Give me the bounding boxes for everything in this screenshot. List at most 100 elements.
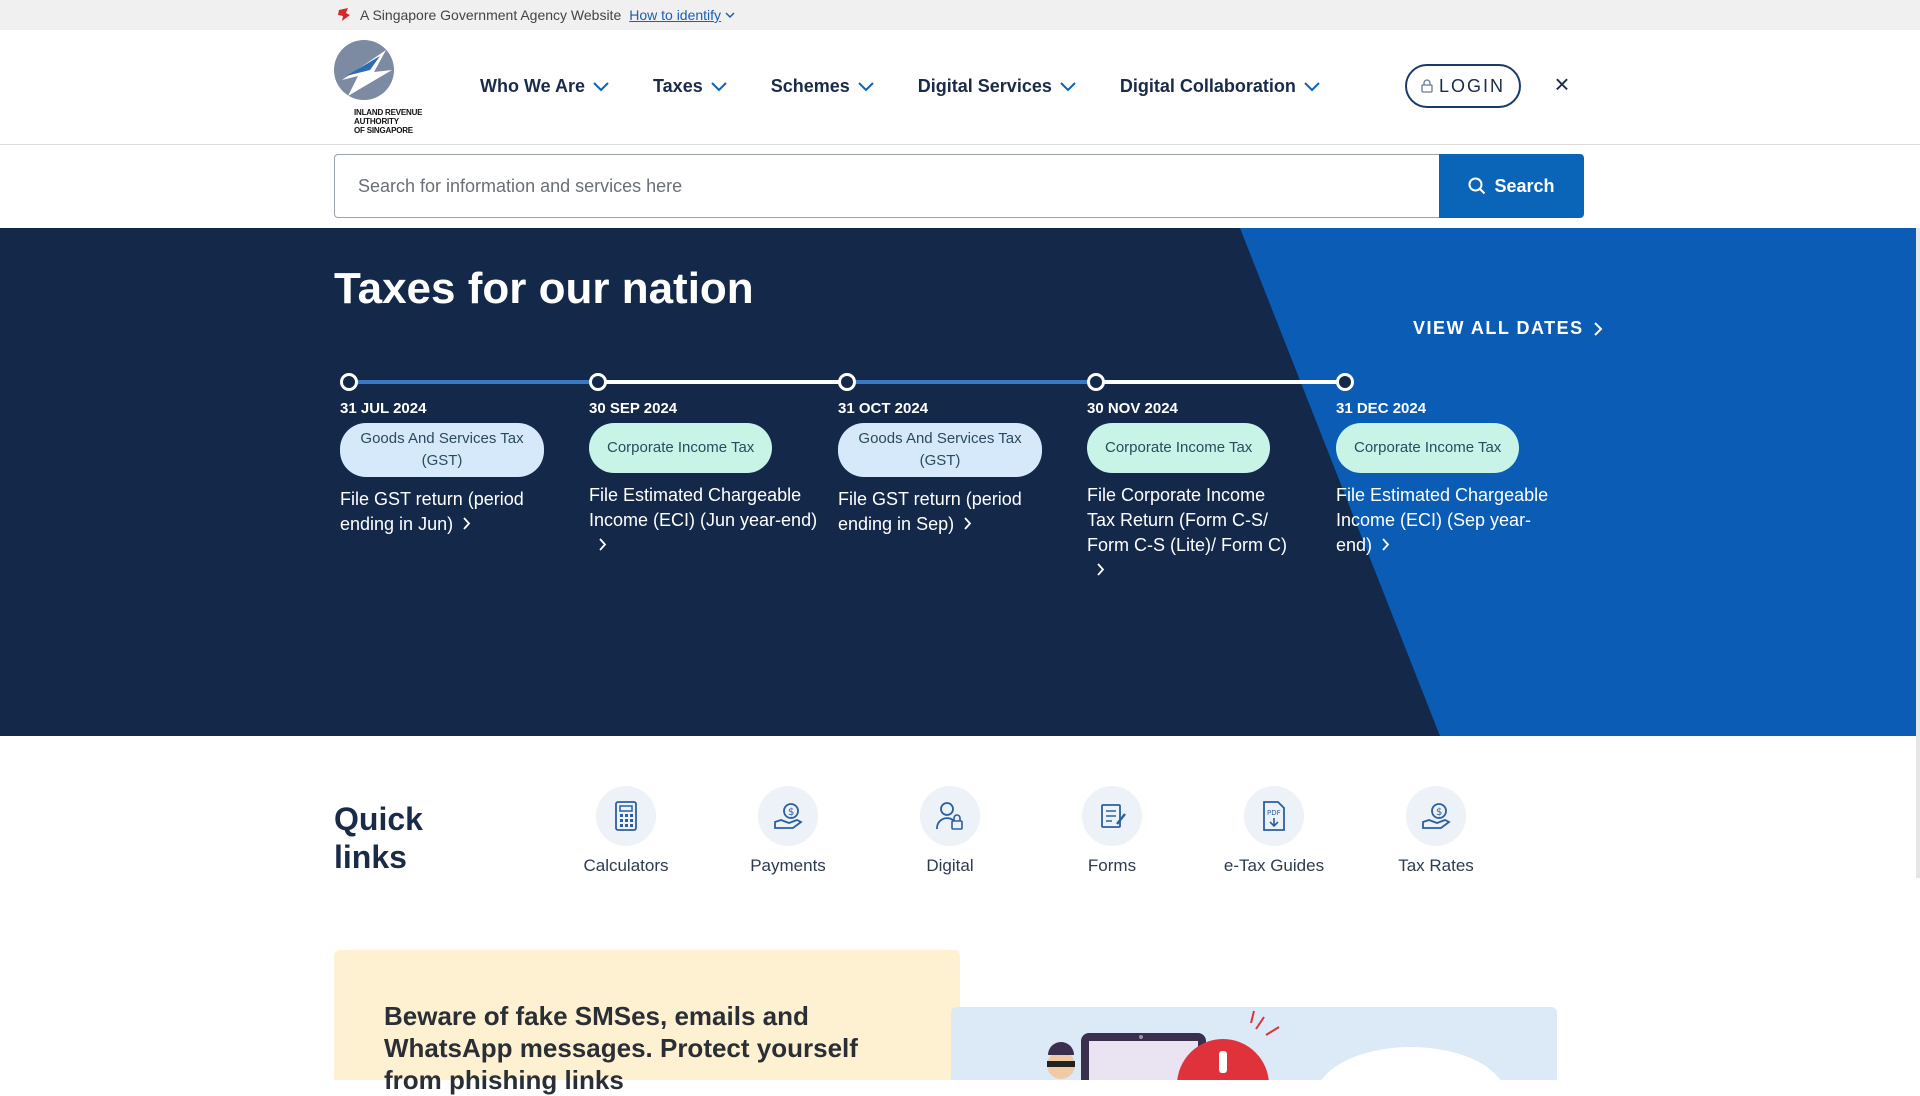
- hero-section: Taxes for our nation VIEW ALL DATES 31 J…: [0, 228, 1920, 736]
- logo-line: INLAND REVENUE: [354, 108, 423, 117]
- quick-link-icon-wrap: PDF: [1244, 786, 1304, 846]
- timeline-segment: [348, 380, 598, 384]
- payment-icon: $: [774, 803, 803, 829]
- search-input[interactable]: [334, 154, 1439, 218]
- chevron-right-icon: [1593, 321, 1603, 336]
- nav-schemes[interactable]: Schemes: [771, 76, 874, 97]
- tax-tag: Corporate Income Tax: [589, 423, 773, 473]
- deadline-date: 31 JUL 2024: [340, 400, 427, 417]
- gov-masthead: A Singapore Government Agency Website Ho…: [0, 0, 1920, 30]
- timeline-dot: [838, 373, 856, 391]
- logo-line: AUTHORITY: [354, 117, 399, 126]
- quick-links-title-line: Quick: [334, 801, 423, 837]
- quick-link-tax-rates[interactable]: $ Tax Rates: [1361, 786, 1511, 876]
- scrollbar[interactable]: [1916, 228, 1920, 878]
- quick-link-calculators[interactable]: Calculators: [551, 786, 701, 876]
- quick-link-icon-wrap: [920, 786, 980, 846]
- quick-link-label: Digital: [926, 856, 974, 875]
- deadline-item: 31 OCT 2024 Goods And Services Tax (GST)…: [838, 400, 1068, 537]
- svg-text:$: $: [788, 807, 794, 818]
- quick-link-label: Tax Rates: [1398, 856, 1474, 875]
- deadline-date: 30 SEP 2024: [589, 400, 678, 417]
- quick-link-digital-services[interactable]: Digital: [875, 786, 1025, 880]
- phishing-illustration: [951, 1007, 1557, 1080]
- quick-link-label: Payments: [750, 856, 826, 875]
- quick-link-icon-wrap: $: [1406, 786, 1466, 846]
- logo-text: INLAND REVENUE AUTHORITY OF SINGAPORE: [354, 108, 423, 135]
- search-icon: [1468, 177, 1486, 195]
- chevron-down-icon: [1060, 81, 1076, 91]
- quick-link-icon-wrap: $: [758, 786, 818, 846]
- timeline-segment: [1096, 380, 1344, 384]
- nav-label: Who We Are: [480, 76, 586, 96]
- deadline-link[interactable]: File Corporate Income Tax Return (Form C…: [1087, 483, 1287, 583]
- quick-link-forms[interactable]: Forms: [1037, 786, 1187, 876]
- quick-link-payments[interactable]: $ Payments: [713, 786, 863, 876]
- hero-title: Taxes for our nation: [334, 264, 754, 313]
- nav-taxes[interactable]: Taxes: [653, 76, 727, 97]
- search-bar: Search: [334, 154, 1584, 218]
- chevron-down-icon: [725, 11, 735, 18]
- quick-link-e-tax-guides[interactable]: PDF e-Tax Guides: [1199, 786, 1349, 876]
- chevron-down-icon: [858, 81, 874, 91]
- how-to-identify-link[interactable]: How to identify: [629, 7, 735, 23]
- deadline-desc: File GST return (period ending in Sep): [838, 489, 1022, 534]
- nav-who-we-are[interactable]: Who We Are: [480, 76, 609, 97]
- timeline-segment: [846, 380, 1096, 384]
- pdf-guide-icon: PDF: [1263, 801, 1285, 831]
- logo-line: OF SINGAPORE: [354, 126, 413, 135]
- quick-link-icon-wrap: [596, 786, 656, 846]
- gov-banner-text: A Singapore Government Agency Website: [360, 7, 622, 23]
- chevron-right-icon: [1382, 538, 1390, 551]
- chevron-right-icon: [463, 517, 471, 530]
- timeline-dot: [1087, 373, 1105, 391]
- main-nav: Who We Are Taxes Schemes Digital Service…: [480, 76, 1320, 97]
- quick-link-label: Calculators: [583, 856, 669, 875]
- forms-icon: [1101, 804, 1126, 828]
- search-button[interactable]: Search: [1439, 154, 1584, 218]
- timeline-dot: [589, 373, 607, 391]
- deadline-date: 31 OCT 2024: [838, 400, 929, 417]
- quick-link-icon-wrap: [1082, 786, 1142, 846]
- deadline-link[interactable]: File Estimated Chargeable Income (ECI) (…: [1336, 483, 1566, 558]
- quick-link-label: Forms: [1087, 856, 1137, 875]
- nav-label: Digital Services: [917, 76, 1052, 96]
- close-icon[interactable]: ×: [1550, 71, 1574, 97]
- nav-digital-collaboration[interactable]: Digital Collaboration: [1120, 76, 1320, 97]
- quick-link-label: e-Tax Guides: [1223, 856, 1325, 875]
- deadline-item: 30 NOV 2024 Corporate Income Tax File Co…: [1087, 400, 1317, 583]
- chevron-right-icon: [964, 517, 972, 530]
- tax-tag: Goods And Services Tax (GST): [838, 423, 1042, 477]
- chevron-right-icon: [1097, 563, 1105, 576]
- search-button-label: Search: [1494, 175, 1555, 196]
- view-all-dates-link[interactable]: VIEW ALL DATES: [1413, 318, 1603, 339]
- deadline-desc: File GST return (period ending in Jun): [340, 489, 524, 534]
- deadline-item: 30 SEP 2024 Corporate Income Tax File Es…: [589, 400, 819, 558]
- login-button[interactable]: LOGIN: [1405, 64, 1521, 108]
- deadline-link[interactable]: File GST return (period ending in Sep): [838, 487, 1068, 537]
- calculator-icon: [615, 801, 637, 831]
- nav-digital-services[interactable]: Digital Services: [918, 76, 1076, 97]
- deadline-item: 31 JUL 2024 Goods And Services Tax (GST)…: [340, 400, 570, 537]
- deadline-link[interactable]: File Estimated Chargeable Income (ECI) (…: [589, 483, 819, 558]
- chevron-down-icon: [711, 81, 727, 91]
- chevron-down-icon: [593, 81, 609, 91]
- deadline-desc: File Estimated Chargeable Income (ECI) (…: [1336, 485, 1549, 555]
- singapore-lion-icon: [338, 8, 350, 21]
- site-header: INLAND REVENUE AUTHORITY OF SINGAPORE Wh…: [0, 30, 1920, 145]
- svg-text:$: $: [1436, 807, 1442, 818]
- deadline-desc: File Estimated Chargeable Income (ECI) (…: [589, 485, 818, 530]
- lock-icon: [1421, 79, 1433, 93]
- deadline-link[interactable]: File GST return (period ending in Jun): [340, 487, 570, 537]
- nav-label: Digital Collaboration: [1119, 76, 1296, 96]
- svg-text:PDF: PDF: [1267, 809, 1281, 817]
- deadline-desc: File Corporate Income Tax Return (Form C…: [1087, 485, 1287, 555]
- how-to-identify-label: How to identify: [629, 7, 722, 23]
- nav-label: Schemes: [770, 76, 850, 96]
- phishing-notice-card[interactable]: Beware of fake SMSes, emails and WhatsAp…: [334, 950, 960, 1095]
- tax-tag: Goods And Services Tax (GST): [340, 423, 544, 477]
- chevron-down-icon: [1304, 81, 1320, 91]
- nav-label: Taxes: [653, 76, 703, 96]
- chevron-right-icon: [599, 538, 607, 551]
- quick-links-title-line: links: [334, 839, 407, 875]
